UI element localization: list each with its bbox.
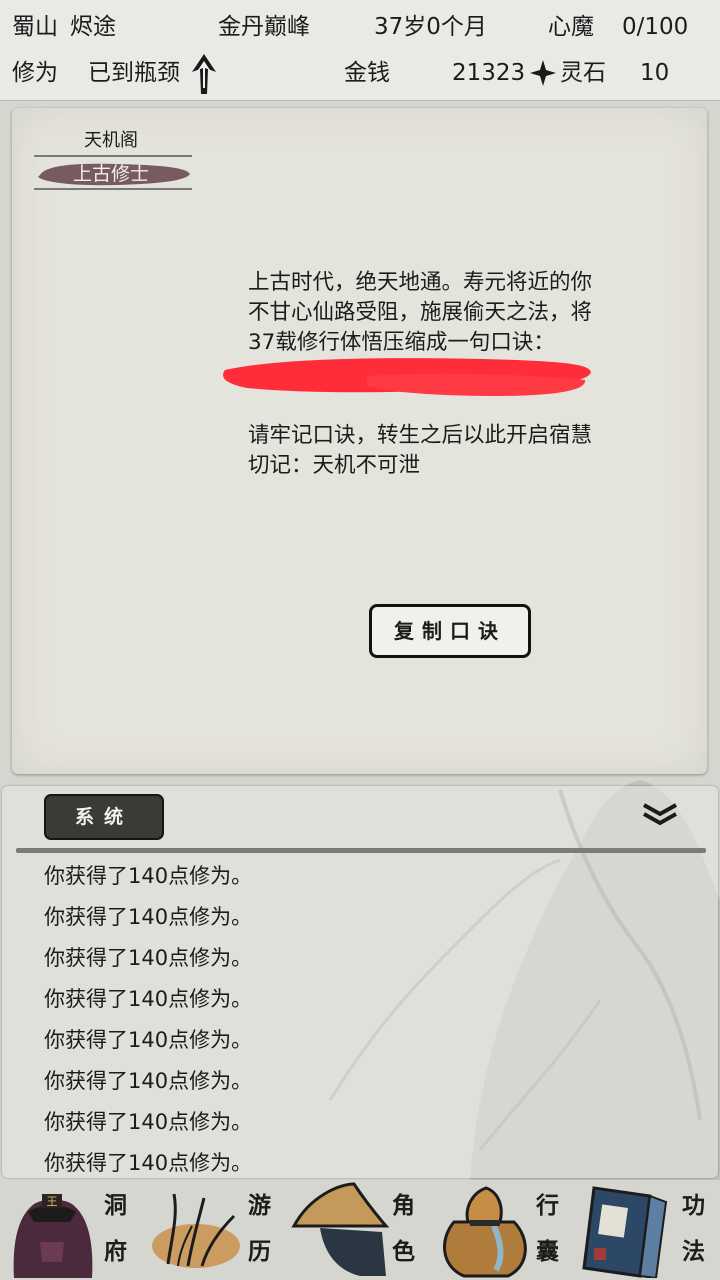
message-log: 系统 你获得了140点修为。 你获得了140点修为。 你获得了140点修为。 你… <box>2 786 718 1178</box>
nav-label-bottom: 色 <box>392 1239 415 1265</box>
nav-label-top: 游 <box>248 1193 271 1219</box>
money-label: 金钱 <box>344 60 390 86</box>
story-line: 上古时代，绝天地通。寿元将近的你 <box>248 270 593 295</box>
nav-travel[interactable]: 游 历 <box>144 1180 286 1280</box>
note-line: 请牢记口诀，转生之后以此开启宿慧 <box>248 423 593 448</box>
realm-label: 金丹巅峰 <box>218 14 310 40</box>
heart-demon-value: 0/100 <box>622 14 689 40</box>
nav-label-top: 功 <box>682 1193 705 1219</box>
copy-mantra-button[interactable]: 复制口诀 <box>369 604 531 658</box>
redaction-mark <box>223 358 592 396</box>
sect-name: 蜀山 <box>12 14 58 40</box>
spirit-stone-label: 灵石 <box>560 60 606 86</box>
chevron-down-icon[interactable] <box>642 802 678 826</box>
svg-text:王: 王 <box>47 1195 58 1208</box>
money-value: 21323 <box>452 60 526 86</box>
story-line: 不甘心仙路受阻，施展偷天之法，将 <box>248 300 593 325</box>
divider <box>34 188 192 190</box>
nav-bag[interactable]: 行 囊 <box>432 1180 574 1280</box>
age-label: 37岁0个月 <box>374 14 487 40</box>
nav-label-bottom: 历 <box>248 1239 271 1265</box>
tab-system[interactable]: 系统 <box>44 794 164 840</box>
sect-title: 烬途 <box>70 14 116 40</box>
spirit-stone-value: 10 <box>640 60 670 86</box>
nav-label-bottom: 府 <box>104 1239 127 1265</box>
bottom-nav: 王 洞 府 游 历 角 色 行 囊 功 法 <box>0 1180 720 1280</box>
status-bar: 蜀山 烬途 金丹巅峰 37岁0个月 心魔 0/100 修为 已到瓶颈 金钱 21… <box>0 0 720 101</box>
log-entry: 你获得了140点修为。 <box>44 864 253 888</box>
log-entry: 你获得了140点修为。 <box>44 905 253 929</box>
cultivation-status: 已到瓶颈 <box>88 60 180 86</box>
nav-skills[interactable]: 功 法 <box>576 1180 720 1280</box>
section-title: 天机阁 <box>84 130 138 151</box>
note-line: 切记：天机不可泄 <box>248 453 421 478</box>
nav-label-top: 洞 <box>104 1193 127 1219</box>
book-icon <box>582 1186 668 1278</box>
bag-icon <box>443 1186 527 1278</box>
grass-icon <box>152 1193 240 1268</box>
add-money-icon[interactable] <box>530 60 556 86</box>
heart-demon-label: 心魔 <box>548 14 594 40</box>
cave-icon: 王 <box>13 1194 93 1278</box>
breakthrough-arrow-icon[interactable] <box>190 52 218 96</box>
log-entry: 你获得了140点修为。 <box>44 1151 253 1175</box>
divider <box>34 155 192 157</box>
log-entry: 你获得了140点修为。 <box>44 1110 253 1134</box>
straw-hat-icon <box>291 1182 390 1276</box>
nav-label-top: 角 <box>392 1193 415 1219</box>
nav-label-bottom: 法 <box>682 1239 705 1265</box>
log-entry: 你获得了140点修为。 <box>44 1069 253 1093</box>
divider <box>16 848 706 853</box>
cultivation-label: 修为 <box>12 60 58 86</box>
nav-character[interactable]: 角 色 <box>288 1180 430 1280</box>
nav-label-bottom: 囊 <box>536 1239 559 1265</box>
log-entry: 你获得了140点修为。 <box>44 1028 253 1052</box>
tab-ancient-cultivator[interactable]: 上古修士 <box>32 159 190 189</box>
tianji-panel: 天机阁 上古修士 上古时代，绝天地通。寿元将近的你 不甘心仙路受阻，施展偷天之法… <box>12 108 707 774</box>
log-entry: 你获得了140点修为。 <box>44 987 253 1011</box>
nav-label-top: 行 <box>536 1193 559 1219</box>
log-entries: 你获得了140点修为。 你获得了140点修为。 你获得了140点修为。 你获得了… <box>44 856 252 1184</box>
log-entry: 你获得了140点修为。 <box>44 946 253 970</box>
nav-cave[interactable]: 王 洞 府 <box>0 1180 142 1280</box>
